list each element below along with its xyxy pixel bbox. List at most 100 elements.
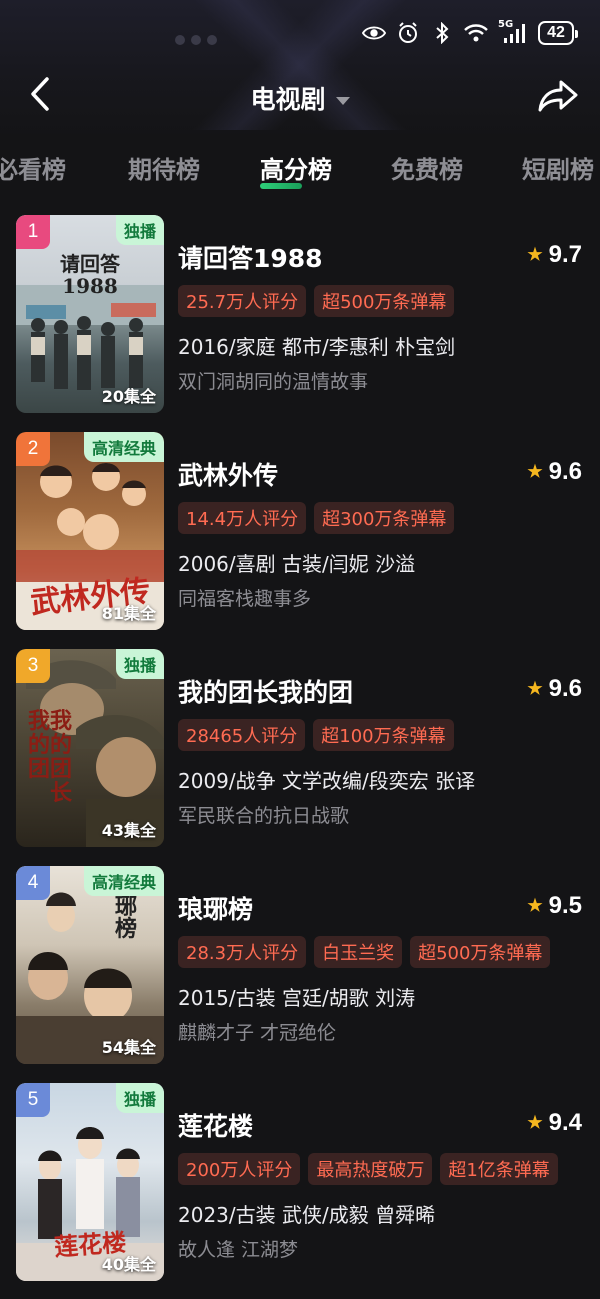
tag: 超1亿条弹幕 — [440, 1153, 558, 1185]
show-meta: 2016/家庭 都市/李惠利 朴宝剑 — [178, 335, 456, 359]
tab-short-drama[interactable]: 短剧榜 — [522, 150, 594, 185]
tag: 14.4万人评分 — [178, 502, 307, 534]
rating-score: 9.5 — [548, 892, 582, 919]
exclusive-badge: 独播 — [115, 649, 164, 679]
list-item[interactable]: 莲花楼 5 独播 40集全 莲花楼 ★ 9.4 200万人评分 最高热度破万 超1… — [16, 1083, 586, 1281]
item-info: 琅琊榜 ★ 9.5 28.3万人评分 白玉兰奖 超500万条弹幕 2015/古装 … — [178, 866, 586, 1064]
show-description: 军民联合的抗日战歌 — [178, 805, 350, 827]
episode-count: 20集全 — [101, 387, 156, 406]
rating-score: 9.7 — [548, 241, 582, 268]
rank-badge: 1 — [16, 215, 50, 249]
eye-icon — [362, 21, 386, 45]
top-navigation: 电视剧 — [0, 62, 600, 132]
tag: 白玉兰奖 — [314, 936, 403, 968]
episode-count: 40集全 — [101, 1255, 156, 1274]
tag: 28.3万人评分 — [178, 936, 307, 968]
star-icon: ★ — [527, 896, 543, 915]
battery-indicator: 42 — [538, 21, 578, 45]
cellular-signal-icon: 5G — [498, 19, 528, 45]
category-selector[interactable]: 电视剧 — [0, 80, 600, 116]
tag: 超100万条弹幕 — [313, 719, 454, 751]
star-icon: ★ — [527, 462, 543, 481]
tab-must-watch[interactable]: 必看榜 — [0, 150, 66, 185]
rating: ★ 9.5 — [527, 892, 582, 920]
rating: ★ 9.6 — [527, 675, 582, 703]
rank-badge: 5 — [16, 1083, 50, 1117]
star-icon: ★ — [527, 679, 543, 698]
bluetooth-icon — [430, 21, 454, 45]
poster-image[interactable]: 武林外传 2 高清经典 81集全 — [16, 432, 164, 630]
show-title[interactable]: 我的团长我的团 — [178, 673, 353, 709]
share-icon — [538, 80, 578, 112]
page-title: 电视剧 — [250, 85, 326, 114]
caret-down-icon — [335, 96, 350, 105]
share-button[interactable] — [536, 76, 580, 116]
tag-list: 25.7万人评分 超500万条弹幕 — [178, 285, 455, 317]
poster-title-text: 我我 的的 团团 长 — [28, 708, 73, 806]
active-tab-indicator — [260, 183, 302, 189]
classic-badge: 高清经典 — [83, 432, 164, 462]
tag: 超500万条弹幕 — [410, 936, 551, 968]
show-description: 同福客栈趣事多 — [178, 588, 312, 610]
rating-score: 9.4 — [548, 1109, 582, 1136]
exclusive-badge: 独播 — [115, 215, 164, 245]
show-description: 麒麟才子 才冠绝伦 — [178, 1022, 337, 1044]
episode-count: 43集全 — [101, 821, 156, 840]
star-icon: ★ — [527, 245, 543, 264]
tag: 200万人评分 — [178, 1153, 301, 1185]
wifi-icon — [464, 21, 488, 45]
rating: ★ 9.6 — [527, 458, 582, 486]
rating: ★ 9.4 — [527, 1109, 582, 1137]
list-item[interactable]: 琅琊榜 4 高清经典 54集全 琅琊榜 ★ 9.5 28.3万人评分 白玉兰奖 超… — [16, 866, 586, 1064]
tag: 超300万条弹幕 — [314, 502, 455, 534]
show-meta: 2006/喜剧 古装/闫妮 沙溢 — [178, 552, 416, 576]
alarm-icon — [396, 21, 420, 45]
poster-image[interactable]: 我我 的的 团团 长 3 独播 43集全 — [16, 649, 164, 847]
show-description: 双门洞胡同的温情故事 — [178, 371, 369, 393]
rank-badge: 3 — [16, 649, 50, 683]
list-item[interactable]: 请回答 1988 1 独播 20集全 请回答1988 ★ 9.7 25.7万人评分 … — [16, 215, 586, 413]
tag: 超500万条弹幕 — [314, 285, 455, 317]
poster-image[interactable]: 请回答 1988 1 独播 20集全 — [16, 215, 164, 413]
show-meta: 2023/古装 武侠/成毅 曾舜晞 — [178, 1203, 436, 1227]
episode-count: 54集全 — [101, 1038, 156, 1057]
show-description: 故人逢 江湖梦 — [178, 1239, 299, 1261]
rating-score: 9.6 — [548, 458, 582, 485]
rating-score: 9.6 — [548, 675, 582, 702]
rank-badge: 4 — [16, 866, 50, 900]
list-item[interactable]: 我我 的的 团团 长 3 独播 43集全 我的团长我的团 ★ 9.6 28465人评分… — [16, 649, 586, 847]
item-info: 我的团长我的团 ★ 9.6 28465人评分 超100万条弹幕 2009/战争 文… — [178, 649, 586, 847]
show-title[interactable]: 琅琊榜 — [178, 890, 253, 926]
list-item[interactable]: 武林外传 2 高清经典 81集全 武林外传 ★ 9.6 14.4万人评分 超300… — [16, 432, 586, 630]
tab-anticipated[interactable]: 期待榜 — [128, 150, 200, 185]
status-notification-dots — [175, 30, 255, 45]
show-title[interactable]: 请回答1988 — [178, 239, 323, 275]
rank-badge: 2 — [16, 432, 50, 466]
item-info: 莲花楼 ★ 9.4 200万人评分 最高热度破万 超1亿条弹幕 2023/古装 武… — [178, 1083, 586, 1281]
tag-list: 28.3万人评分 白玉兰奖 超500万条弹幕 — [178, 936, 551, 968]
item-info: 请回答1988 ★ 9.7 25.7万人评分 超500万条弹幕 2016/家庭 都… — [178, 215, 586, 413]
exclusive-badge: 独播 — [115, 1083, 164, 1113]
network-type: 5G — [498, 19, 514, 30]
star-icon: ★ — [527, 1113, 543, 1132]
tab-high-score[interactable]: 高分榜 — [260, 150, 332, 185]
episode-count: 81集全 — [101, 604, 156, 623]
show-title[interactable]: 莲花楼 — [178, 1107, 253, 1143]
tag-list: 28465人评分 超100万条弹幕 — [178, 719, 454, 751]
tag-list: 200万人评分 最高热度破万 超1亿条弹幕 — [178, 1153, 558, 1185]
show-title[interactable]: 武林外传 — [178, 456, 278, 492]
poster-image[interactable]: 莲花楼 5 独播 40集全 — [16, 1083, 164, 1281]
tag-list: 14.4万人评分 超300万条弹幕 — [178, 502, 455, 534]
tag: 25.7万人评分 — [178, 285, 307, 317]
item-info: 武林外传 ★ 9.6 14.4万人评分 超300万条弹幕 2006/喜剧 古装/闫… — [178, 432, 586, 630]
status-icons: 5G 42 — [362, 19, 578, 46]
classic-badge: 高清经典 — [83, 866, 164, 896]
ranking-tabs: 必看榜 期待榜 高分榜 免费榜 短剧榜 — [0, 150, 600, 200]
poster-title-text: 请回答 1988 — [60, 252, 120, 298]
show-meta: 2015/古装 宫廷/胡歌 刘涛 — [178, 986, 416, 1010]
tag: 28465人评分 — [178, 719, 306, 751]
poster-image[interactable]: 琅琊榜 4 高清经典 54集全 — [16, 866, 164, 1064]
tag: 最高热度破万 — [308, 1153, 433, 1185]
status-bar: 5G 42 — [0, 0, 600, 64]
tab-free[interactable]: 免费榜 — [391, 150, 463, 185]
